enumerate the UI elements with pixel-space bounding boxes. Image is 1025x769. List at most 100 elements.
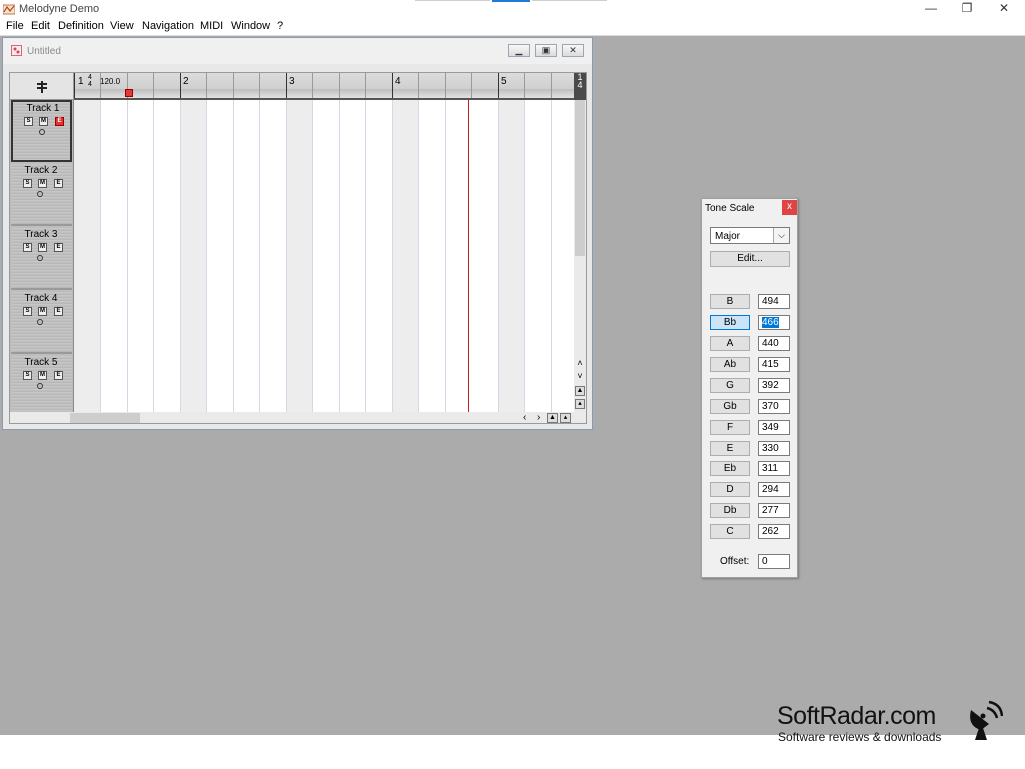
horizontal-zoom-out-icon[interactable]: ▴	[560, 413, 571, 423]
menu-help[interactable]: ?	[277, 20, 283, 32]
menu-file[interactable]: File	[6, 20, 24, 32]
ruler-end-bottom: 4	[577, 80, 583, 90]
solo-button[interactable]: S	[24, 117, 33, 126]
arrange-view: 1 4 4 120.0 2 3 4 5 1 4 Track 1 S M E Tr…	[9, 72, 587, 424]
menu-definition[interactable]: Definition	[58, 20, 104, 32]
solo-button[interactable]: S	[23, 179, 32, 188]
scale-select[interactable]: Major ⌵	[710, 227, 790, 244]
freq-input-e[interactable]: 330	[758, 441, 790, 456]
edit-button[interactable]: E	[54, 307, 63, 316]
position-marker[interactable]	[125, 89, 133, 97]
pan-knob-icon[interactable]	[37, 319, 43, 325]
doc-close-button[interactable]: ✕	[562, 44, 584, 57]
note-button-a[interactable]: A	[710, 336, 750, 351]
vertical-scrollbar[interactable]: ˄ ˅ ▲ ▴	[574, 100, 586, 412]
pan-knob-icon[interactable]	[37, 255, 43, 261]
edit-button[interactable]: E	[55, 117, 64, 126]
menu-navigation[interactable]: Navigation	[142, 20, 194, 32]
restore-button[interactable]: ❐	[949, 0, 985, 18]
horizontal-scroll-thumb[interactable]	[70, 413, 140, 423]
note-button-e[interactable]: E	[710, 441, 750, 456]
freq-input-db[interactable]: 277	[758, 503, 790, 518]
scroll-down-icon[interactable]: ˅	[574, 371, 586, 381]
freq-input-bb[interactable]: 466	[758, 315, 790, 330]
vertical-zoom-out-icon[interactable]: ▴	[575, 399, 585, 409]
edit-scale-button[interactable]: Edit...	[710, 251, 790, 267]
solo-button[interactable]: S	[23, 243, 32, 252]
ruler-scrub-strip[interactable]	[74, 89, 574, 98]
note-button-eb[interactable]: Eb	[710, 461, 750, 476]
freq-input-a[interactable]: 440	[758, 336, 790, 351]
panel-close-button[interactable]: x	[782, 200, 797, 215]
tempo-value[interactable]: 120.0	[100, 77, 120, 86]
chevron-down-icon[interactable]: ⌵	[773, 228, 789, 243]
note-button-d[interactable]: D	[710, 482, 750, 497]
tone-scale-panel: Tone Scale x Major ⌵ Edit... B 494 Bb 46…	[701, 198, 798, 578]
horizontal-zoom-in-icon[interactable]: ▲	[547, 413, 558, 423]
menu-window[interactable]: Window	[231, 20, 270, 32]
note-button-g[interactable]: G	[710, 378, 750, 393]
ruler-tick	[498, 73, 499, 98]
doc-maximize-button[interactable]: ▣	[535, 44, 557, 57]
mute-button[interactable]: M	[38, 243, 47, 252]
note-button-c[interactable]: C	[710, 524, 750, 539]
freq-input-f[interactable]: 349	[758, 420, 790, 435]
corner-cell[interactable]	[10, 73, 74, 100]
freq-input-g[interactable]: 392	[758, 378, 790, 393]
vertical-zoom-in-icon[interactable]: ▲	[575, 386, 585, 396]
edit-button[interactable]: E	[54, 371, 63, 380]
menu-view[interactable]: View	[110, 20, 134, 32]
pan-knob-icon[interactable]	[37, 383, 43, 389]
vertical-scroll-thumb[interactable]	[575, 100, 585, 256]
note-button-bb[interactable]: Bb	[710, 315, 750, 330]
note-button-f[interactable]: F	[710, 420, 750, 435]
track-2[interactable]: Track 2 S M E	[11, 164, 72, 226]
offset-input[interactable]: 0	[758, 554, 790, 569]
edit-button[interactable]: E	[54, 179, 63, 188]
solo-button[interactable]: S	[23, 307, 32, 316]
freq-input-eb[interactable]: 311	[758, 461, 790, 476]
ruler-end-marker[interactable]: 1 4	[574, 73, 586, 100]
playhead-line[interactable]	[468, 100, 469, 412]
track-4[interactable]: Track 4 S M E	[11, 292, 72, 354]
grid-line	[445, 100, 446, 412]
mute-button[interactable]: M	[38, 179, 47, 188]
close-button[interactable]: ✕	[986, 0, 1022, 18]
time-signature[interactable]: 4 4	[88, 74, 92, 88]
track-1[interactable]: Track 1 S M E	[11, 100, 72, 162]
document-title-bar[interactable]: Untitled ▁ ▣ ✕	[3, 38, 592, 64]
bar-ruler[interactable]: 1 4 4 120.0 2 3 4 5	[74, 73, 574, 100]
note-button-db[interactable]: Db	[710, 503, 750, 518]
menu-edit[interactable]: Edit	[31, 20, 50, 32]
scroll-up-icon[interactable]: ˄	[574, 358, 586, 368]
doc-minimize-button[interactable]: ▁	[508, 44, 530, 57]
freq-input-ab[interactable]: 415	[758, 357, 790, 372]
solo-button[interactable]: S	[23, 371, 32, 380]
track-name: Track 5	[24, 357, 58, 368]
mute-button[interactable]: M	[39, 117, 48, 126]
freq-input-c[interactable]: 262	[758, 524, 790, 539]
arrange-grid[interactable]	[74, 100, 574, 412]
menu-midi[interactable]: MIDI	[200, 20, 223, 32]
note-button-ab[interactable]: Ab	[710, 357, 750, 372]
edit-button[interactable]: E	[54, 243, 63, 252]
pan-knob-icon[interactable]	[39, 129, 45, 135]
grid-line	[551, 100, 552, 412]
grid-line	[127, 100, 128, 412]
scroll-right-icon[interactable]: ›	[537, 412, 540, 423]
pan-knob-icon[interactable]	[37, 191, 43, 197]
note-button-gb[interactable]: Gb	[710, 399, 750, 414]
ruler-tick	[312, 73, 313, 98]
freq-input-d[interactable]: 294	[758, 482, 790, 497]
scroll-left-icon[interactable]: ‹	[523, 412, 526, 423]
horizontal-scrollbar[interactable]: ‹ › ▲ ▴	[10, 412, 586, 423]
freq-input-gb[interactable]: 370	[758, 399, 790, 414]
track-3[interactable]: Track 3 S M E	[11, 228, 72, 290]
mute-button[interactable]: M	[38, 307, 47, 316]
track-name: Track 4	[24, 293, 58, 304]
freq-input-b[interactable]: 494	[758, 294, 790, 309]
mute-button[interactable]: M	[38, 371, 47, 380]
track-5[interactable]: Track 5 S M E	[11, 356, 72, 418]
note-button-b[interactable]: B	[710, 294, 750, 309]
minimize-button[interactable]: —	[913, 0, 949, 18]
